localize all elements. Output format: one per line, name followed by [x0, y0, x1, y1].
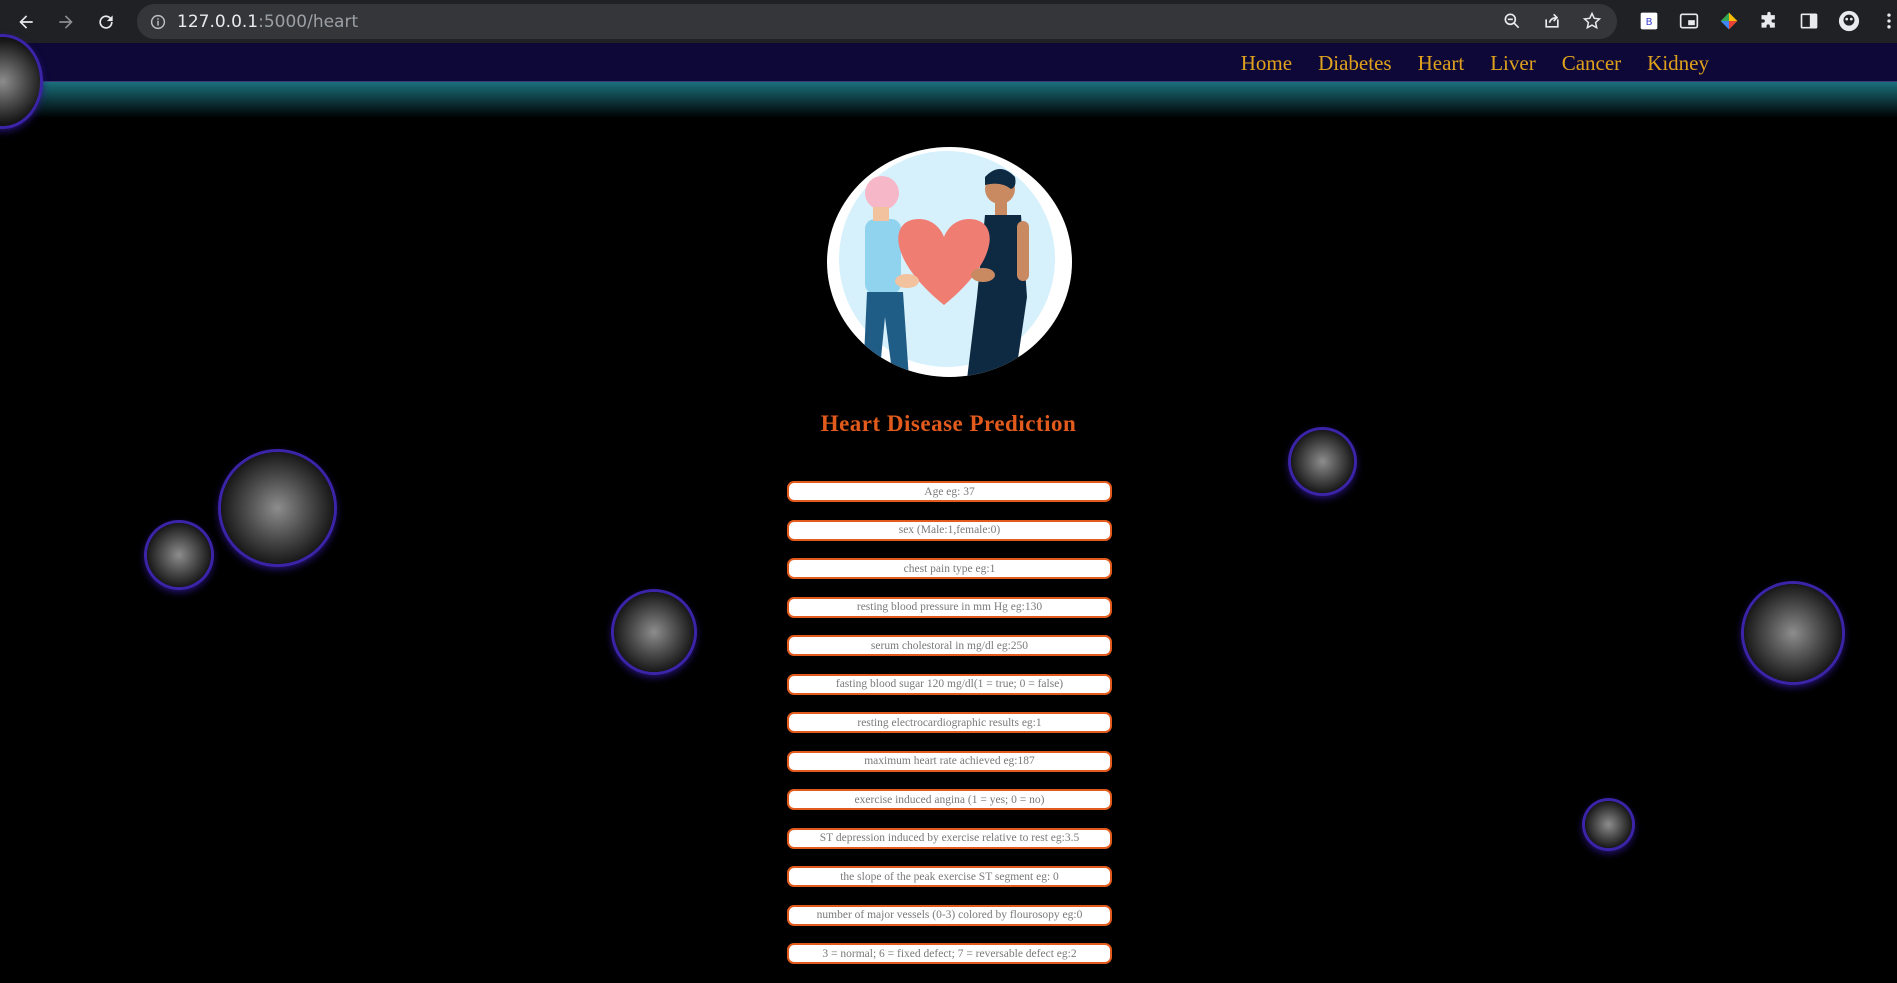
site-navbar: Home Diabetes Heart Liver Cancer Kidney [0, 43, 1897, 82]
form-field-8[interactable] [787, 750, 1112, 772]
bubble [147, 523, 211, 587]
form-field-13[interactable] [787, 943, 1112, 964]
nav-list: Home Diabetes Heart Liver Cancer Kidney [1241, 51, 1709, 76]
url-path: :5000/heart [258, 11, 359, 32]
puzzle-icon[interactable] [1758, 10, 1780, 32]
share-icon[interactable] [1541, 10, 1563, 32]
form-field-7[interactable] [787, 712, 1112, 733]
info-icon[interactable] [149, 13, 167, 31]
nav-link-cancer[interactable]: Cancer [1562, 51, 1621, 75]
form-field-1[interactable] [787, 481, 1112, 502]
nav-link-liver[interactable]: Liver [1490, 51, 1535, 75]
navbar-glow [0, 82, 1897, 118]
nav-item-heart: Heart [1418, 51, 1465, 76]
browser-toolbar: 127.0.0.1:5000/heart B [0, 0, 1897, 43]
nav-link-heart[interactable]: Heart [1418, 51, 1465, 75]
page-title: Heart Disease Prediction [820, 411, 1077, 436]
form-field-2[interactable] [787, 519, 1112, 541]
colorful-extension-icon[interactable] [1718, 10, 1740, 32]
nav-link-home[interactable]: Home [1241, 51, 1292, 75]
form-field-12[interactable] [787, 904, 1112, 926]
bubble [614, 592, 694, 672]
form-field-9[interactable] [787, 789, 1112, 810]
bubble [221, 452, 334, 564]
reload-icon[interactable] [92, 8, 120, 36]
form-field-5[interactable] [787, 635, 1112, 656]
menu-dots-icon[interactable] [1878, 10, 1897, 32]
bubble [1744, 584, 1842, 682]
form-field-10[interactable] [787, 827, 1112, 849]
address-bar[interactable]: 127.0.0.1:5000/heart [137, 4, 1617, 39]
form-field-4[interactable] [787, 596, 1112, 618]
extension-b-icon[interactable]: B [1638, 10, 1660, 32]
nav-item-home: Home [1241, 51, 1292, 76]
star-icon[interactable] [1581, 10, 1603, 32]
back-arrow-icon[interactable] [12, 8, 40, 36]
form-field-11[interactable] [787, 866, 1112, 887]
nav-link-diabetes[interactable]: Diabetes [1318, 51, 1391, 75]
side-panel-icon[interactable] [1798, 10, 1820, 32]
bubble [1585, 801, 1632, 848]
nav-item-kidney: Kidney [1647, 51, 1709, 76]
nav-item-liver: Liver [1490, 51, 1535, 76]
svg-text:B: B [1646, 17, 1653, 28]
nav-item-diabetes: Diabetes [1318, 51, 1391, 76]
nav-item-cancer: Cancer [1562, 51, 1621, 76]
heart-illustration [827, 147, 1072, 377]
profile-avatar-icon[interactable] [1838, 10, 1860, 32]
form-field-6[interactable] [787, 673, 1112, 695]
picture-in-picture-icon[interactable] [1678, 10, 1700, 32]
bubble [1291, 430, 1354, 493]
prediction-form [787, 481, 1112, 982]
form-field-3[interactable] [787, 558, 1112, 579]
url-text[interactable]: 127.0.0.1:5000/heart [177, 12, 358, 32]
url-host: 127.0.0.1 [177, 11, 259, 32]
forward-arrow-icon[interactable] [52, 8, 80, 36]
nav-link-kidney[interactable]: Kidney [1647, 51, 1709, 75]
zoom-icon[interactable] [1501, 10, 1523, 32]
